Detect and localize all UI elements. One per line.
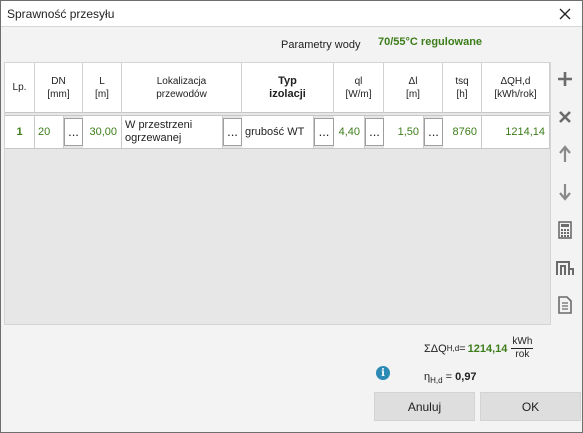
sum-label: ΣΔQ bbox=[424, 342, 447, 355]
header-dl: Δl [m] bbox=[384, 63, 443, 113]
cell-dl[interactable]: 1,50 bbox=[384, 116, 424, 148]
close-button[interactable] bbox=[550, 2, 580, 26]
title-bar: Sprawność przesyłu bbox=[1, 1, 582, 27]
window-title: Sprawność przesyłu bbox=[7, 7, 115, 21]
add-row-button[interactable] bbox=[554, 68, 576, 90]
cell-l[interactable]: 30,00 bbox=[83, 116, 122, 148]
cell-ql[interactable]: 4,40 bbox=[334, 116, 365, 148]
sum-value: 1214,14 bbox=[467, 342, 508, 355]
typ-picker-button[interactable]: ... bbox=[314, 118, 334, 146]
close-icon bbox=[559, 8, 571, 20]
header-dn: DN [mm] bbox=[35, 63, 83, 113]
params-label: Parametry wody bbox=[281, 39, 361, 51]
info-icon[interactable]: i bbox=[376, 366, 390, 380]
copy-button[interactable] bbox=[554, 294, 576, 316]
efficiency-line: ηH,d = 0,97 bbox=[424, 371, 477, 385]
dl-picker-button[interactable]: ... bbox=[424, 118, 443, 146]
dialog-window: Sprawność przesyłu Parametry wody 70/55°… bbox=[0, 0, 583, 433]
delete-row-button[interactable] bbox=[554, 106, 576, 128]
sum-equals: = bbox=[459, 342, 466, 355]
pipe-icon bbox=[556, 261, 574, 275]
lokalizacja-picker-button[interactable]: ... bbox=[223, 118, 242, 146]
header-dqh: ΔQH,d [kWh/rok] bbox=[482, 63, 550, 113]
params-value[interactable]: 70/55°C regulowane bbox=[378, 36, 482, 48]
eta-subscript: H,d bbox=[430, 376, 443, 386]
unit-denominator: rok bbox=[515, 349, 530, 360]
cell-dn[interactable]: 20 bbox=[35, 116, 64, 148]
ql-picker-button[interactable]: ... bbox=[365, 118, 384, 146]
move-down-button[interactable] bbox=[554, 181, 576, 203]
move-up-button[interactable] bbox=[554, 143, 576, 165]
cell-typ-izolacji[interactable]: grubość WT bbox=[242, 116, 314, 148]
header-tsq: tsq [h] bbox=[443, 63, 482, 113]
header-ql: ql [W/m] bbox=[334, 63, 384, 113]
calculator-icon bbox=[558, 221, 572, 239]
pipe-button[interactable] bbox=[554, 257, 576, 279]
sum-line: ΣΔQ H,d = 1214,14 kWh rok bbox=[424, 336, 534, 361]
cell-tsq[interactable]: 8760 bbox=[443, 116, 482, 148]
cell-lp: 1 bbox=[5, 116, 35, 148]
sum-unit: kWh rok bbox=[511, 336, 534, 361]
add-icon bbox=[558, 72, 572, 86]
header-l: L [m] bbox=[83, 63, 122, 113]
calculator-button[interactable] bbox=[554, 219, 576, 241]
cell-lokalizacja[interactable]: W przestrzeni ogrzewanej bbox=[122, 116, 223, 148]
ok-button[interactable]: OK bbox=[480, 392, 581, 421]
copy-icon bbox=[558, 296, 572, 314]
sum-subscript: H,d bbox=[446, 344, 460, 353]
eta-equals: = bbox=[445, 371, 453, 383]
delete-icon bbox=[559, 111, 571, 123]
pipe-table: Lp. DN [mm] L [m] Lokalizacja przewodów … bbox=[4, 62, 551, 325]
dn-picker-button[interactable]: ... bbox=[64, 118, 83, 146]
cancel-button[interactable]: Anuluj bbox=[374, 392, 475, 421]
unit-numerator: kWh bbox=[511, 336, 534, 349]
eta-value: 0,97 bbox=[455, 371, 477, 383]
header-typ-izolacji: Typ izolacji bbox=[242, 63, 334, 113]
cell-dqh: 1214,14 bbox=[482, 116, 550, 148]
header-lp: Lp. bbox=[5, 63, 35, 113]
move-up-icon bbox=[559, 145, 571, 162]
header-lokalizacja: Lokalizacja przewodów bbox=[122, 63, 242, 113]
move-down-icon bbox=[559, 184, 571, 201]
